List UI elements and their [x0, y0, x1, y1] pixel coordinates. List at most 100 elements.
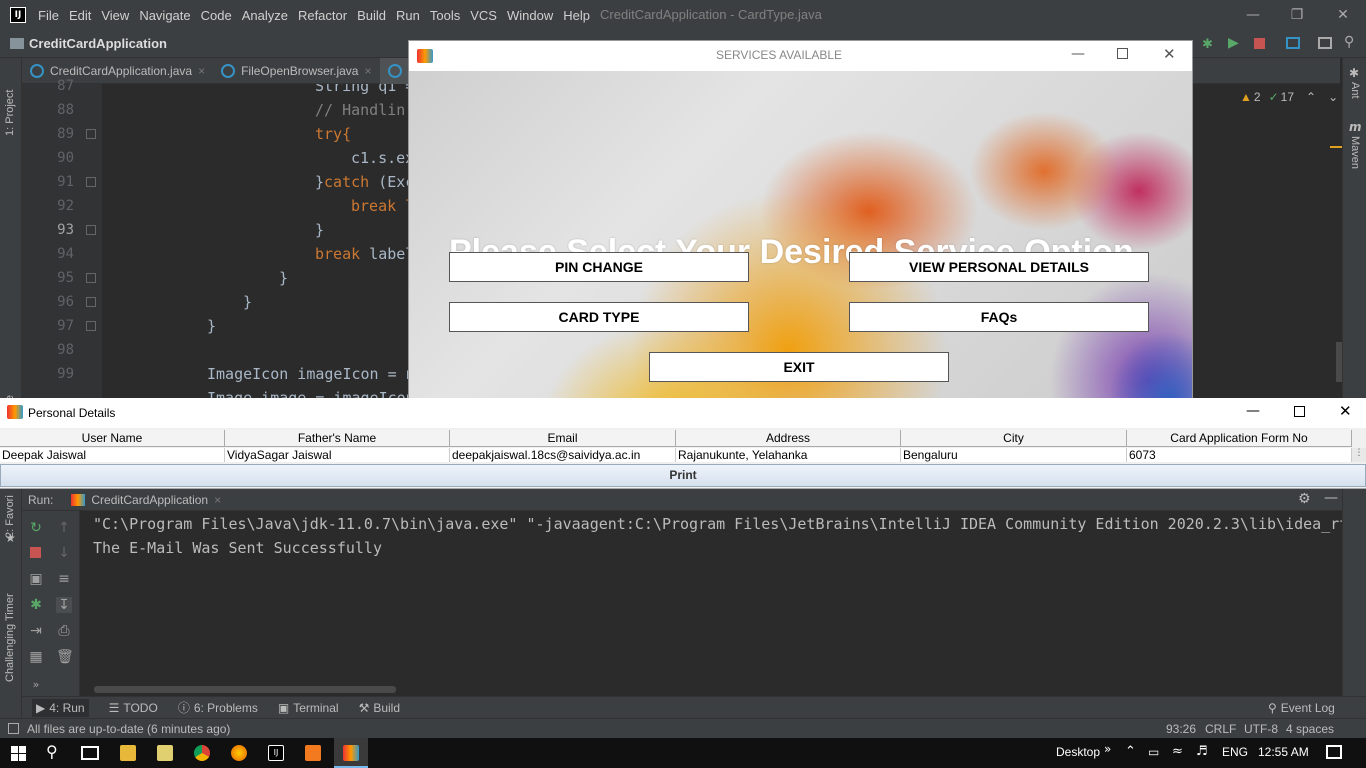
column-header[interactable]: City: [901, 430, 1127, 447]
minimize-button[interactable]: —: [1230, 0, 1276, 30]
indent-setting[interactable]: 4 spaces: [1286, 722, 1334, 736]
task-view-icon[interactable]: [81, 746, 99, 760]
clock-time[interactable]: 12:55 AM: [1258, 745, 1309, 759]
search-icon[interactable]: ⚲: [1344, 34, 1354, 50]
menu-window[interactable]: Window: [507, 8, 553, 23]
notification-icon[interactable]: [1326, 745, 1342, 759]
svc-maximize-button[interactable]: [1117, 48, 1128, 59]
terminal-frame-icon[interactable]: [1318, 37, 1332, 49]
maximize-button[interactable]: ❐: [1274, 0, 1320, 30]
inspection-widget[interactable]: ▲ 2 ✓ 17 ⌃ ⌄: [1240, 90, 1338, 104]
breadcrumb-project[interactable]: CreditCardApplication: [29, 36, 167, 51]
svc-close-button[interactable]: ✕: [1163, 45, 1176, 63]
problems-tool-button[interactable]: ⓘ 6: Problems: [178, 699, 258, 716]
close-button[interactable]: ✕: [1320, 0, 1366, 30]
layout-icon[interactable]: ▦: [28, 649, 44, 665]
svc-minimize-button[interactable]: —: [1071, 46, 1085, 62]
tab-fileopenbrowser[interactable]: FileOpenBrowser.java ×: [213, 58, 379, 84]
column-header[interactable]: User Name: [0, 430, 225, 447]
chevron-up-icon[interactable]: ⌃: [1306, 90, 1316, 104]
table-cell[interactable]: Bengaluru: [901, 448, 1127, 462]
stop-icon[interactable]: [30, 547, 41, 558]
volume-icon[interactable]: ♬: [1196, 744, 1208, 759]
chrome-icon[interactable]: [194, 745, 210, 761]
fold-marker-icon[interactable]: [86, 177, 96, 187]
table-cell[interactable]: VidyaSagar Jaiswal: [225, 448, 450, 462]
pd-minimize-button[interactable]: —: [1246, 403, 1260, 419]
column-header[interactable]: Address: [676, 430, 901, 447]
menu-help[interactable]: Help: [563, 8, 590, 23]
soft-wrap-icon[interactable]: ≡: [56, 571, 72, 587]
table-scrollbar[interactable]: ⋮: [1352, 448, 1366, 462]
input-language[interactable]: ENG: [1222, 745, 1248, 759]
more-icon[interactable]: »: [28, 677, 44, 693]
run-config-tab[interactable]: CreditCardApplication ×: [71, 493, 221, 507]
file-explorer-icon[interactable]: [120, 745, 136, 761]
editor-scrollbar[interactable]: [1336, 342, 1342, 382]
menu-edit[interactable]: Edit: [69, 8, 91, 23]
project-tool-button[interactable]: 1: Project: [4, 66, 16, 136]
table-cell[interactable]: 6073: [1127, 448, 1352, 462]
column-header[interactable]: Card Application Form No: [1127, 430, 1352, 447]
debug-icon[interactable]: ✱: [1202, 37, 1213, 52]
console-output[interactable]: "C:\Program Files\Java\jdk-11.0.7\bin\ja…: [80, 511, 1342, 696]
column-header[interactable]: Father's Name: [225, 430, 450, 447]
fold-marker-icon[interactable]: [86, 321, 96, 331]
ant-tool-button[interactable]: Ant: [1349, 82, 1361, 104]
pd-maximize-button[interactable]: [1294, 406, 1305, 417]
menu-run[interactable]: Run: [396, 8, 420, 23]
fold-marker-icon[interactable]: [86, 225, 96, 235]
chevron-up-icon[interactable]: ⌃: [1125, 744, 1136, 759]
desktop-toolbar[interactable]: Desktop: [1056, 745, 1100, 759]
menu-navigate[interactable]: Navigate: [139, 8, 190, 23]
menu-refactor[interactable]: Refactor: [298, 8, 347, 23]
hide-panel-icon[interactable]: —: [1324, 490, 1338, 506]
maven-tool-button[interactable]: Maven: [1349, 136, 1361, 176]
menu-vcs[interactable]: VCS: [470, 8, 497, 23]
wifi-icon[interactable]: ≈: [1172, 744, 1183, 759]
fold-marker-icon[interactable]: [86, 297, 96, 307]
menu-file[interactable]: File: [38, 8, 59, 23]
close-tab-icon[interactable]: ×: [364, 64, 371, 78]
windows-start-icon[interactable]: [11, 746, 26, 761]
xampp-icon[interactable]: [305, 745, 321, 761]
line-separator[interactable]: CRLF: [1205, 722, 1236, 736]
menu-code[interactable]: Code: [201, 8, 232, 23]
down-arrow-icon[interactable]: ↓: [56, 545, 72, 561]
settings-gear-icon[interactable]: ⚙: [1298, 491, 1311, 507]
print-button[interactable]: Print: [0, 464, 1366, 487]
menu-build[interactable]: Build: [357, 8, 386, 23]
up-arrow-icon[interactable]: ↑: [56, 520, 72, 536]
print-icon[interactable]: ⎙: [56, 623, 72, 639]
warning-stripe[interactable]: [1330, 146, 1342, 148]
column-header[interactable]: Email: [450, 430, 676, 447]
project-structure-icon[interactable]: [1286, 37, 1300, 49]
coverage-icon[interactable]: ▶: [1228, 35, 1239, 51]
rerun-icon[interactable]: ↻: [28, 520, 44, 536]
scroll-to-end-icon[interactable]: ↧: [56, 597, 72, 613]
chevron-down-icon[interactable]: ⌄: [1328, 90, 1338, 104]
file-encoding[interactable]: UTF-8: [1244, 722, 1278, 736]
build-tool-button[interactable]: ⚒ Build: [359, 701, 400, 715]
table-cell[interactable]: Rajanukunte, Yelahanka: [676, 448, 901, 462]
table-cell[interactable]: deepakjaiswal.18cs@saividya.ac.in: [450, 448, 676, 462]
faqs-button[interactable]: FAQs: [849, 302, 1149, 332]
exit-icon[interactable]: ⇥: [28, 623, 44, 639]
menu-analyze[interactable]: Analyze: [242, 8, 288, 23]
fold-marker-icon[interactable]: [86, 129, 96, 139]
search-icon[interactable]: ⚲: [46, 742, 58, 761]
menu-view[interactable]: View: [101, 8, 129, 23]
card-type-button[interactable]: CARD TYPE: [449, 302, 749, 332]
caret-position[interactable]: 93:26: [1166, 722, 1196, 736]
pin-change-button[interactable]: PIN CHANGE: [449, 252, 749, 282]
run-tool-button[interactable]: ▶ 4: Run: [32, 698, 89, 717]
camera-icon[interactable]: ▣: [28, 571, 44, 587]
console-scrollbar[interactable]: [94, 686, 396, 693]
event-log-button[interactable]: ⚲ Event Log: [1268, 701, 1335, 715]
battery-icon[interactable]: ▭: [1148, 745, 1159, 759]
intellij-icon[interactable]: IJ: [268, 745, 284, 761]
exit-button[interactable]: EXIT: [649, 352, 949, 382]
terminal-tool-button[interactable]: ▣ Terminal: [278, 701, 339, 715]
fold-marker-icon[interactable]: [86, 273, 96, 283]
close-tab-icon[interactable]: ×: [198, 64, 205, 78]
